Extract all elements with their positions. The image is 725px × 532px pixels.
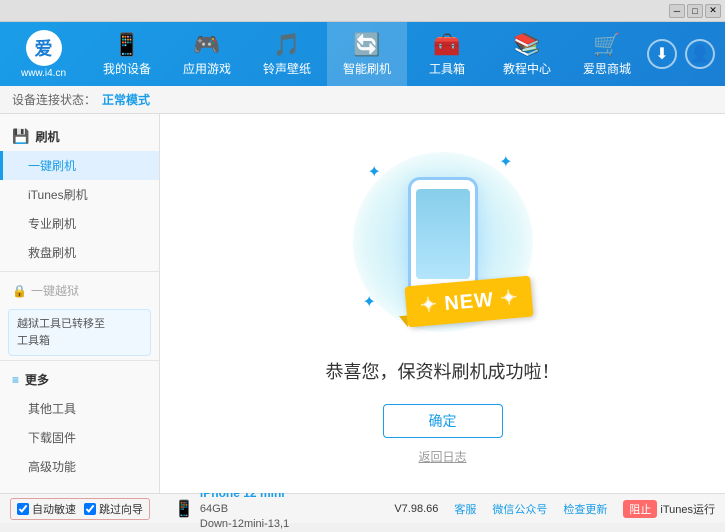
titlebar: ─ □ ✕ bbox=[0, 0, 725, 22]
more-section-label: 更多 bbox=[25, 371, 49, 388]
sparkle-icon-3: ✦ bbox=[363, 292, 376, 312]
sidebar-divider-1 bbox=[0, 271, 159, 272]
sidebar-item-advanced[interactable]: 高级功能 bbox=[0, 452, 159, 481]
nav-my-device-label: 我的设备 bbox=[103, 60, 151, 77]
nav-tutorials[interactable]: 📚 教程中心 bbox=[487, 22, 567, 86]
version-label: V7.98.66 bbox=[394, 503, 438, 515]
status-bar: 设备连接状态： 正常模式 bbox=[0, 86, 725, 114]
tutorials-icon: 📚 bbox=[513, 32, 540, 58]
more-icon: ≡ bbox=[12, 373, 19, 387]
auto-start-input[interactable] bbox=[17, 503, 29, 515]
flash-section-label: 刷机 bbox=[35, 128, 59, 145]
bottom-bar: 自动敏速 跳过向导 📱 iPhone 12 mini 64GB Down-12m… bbox=[0, 493, 725, 523]
main-layout: 💾 刷机 一键刷机 iTunes刷机 专业刷机 救盘刷机 🔒 一键越狱 越狱工具… bbox=[0, 114, 725, 493]
toolbox-icon: 🧰 bbox=[433, 32, 460, 58]
maximize-button[interactable]: □ bbox=[687, 4, 703, 18]
device-storage: 64GB bbox=[200, 502, 289, 517]
logo-icon: 爱 bbox=[26, 30, 62, 66]
nav-smart-flash-label: 智能刷机 bbox=[343, 60, 391, 77]
device-icon: 📱 bbox=[174, 499, 194, 519]
back-link[interactable]: 返回日志 bbox=[418, 448, 466, 465]
my-device-icon: 📱 bbox=[113, 32, 140, 58]
new-star-right: ✦ bbox=[500, 287, 520, 310]
guided-label: 跳过向导 bbox=[99, 501, 143, 517]
wechat-link[interactable]: 微信公众号 bbox=[492, 501, 547, 517]
sidebar-note: 越狱工具已转移至工具箱 bbox=[8, 309, 151, 356]
sidebar-item-save-flash[interactable]: 救盘刷机 bbox=[0, 238, 159, 267]
sidebar-item-pro-flash[interactable]: 专业刷机 bbox=[0, 209, 159, 238]
sparkle-icon-1: ✦ bbox=[368, 162, 381, 182]
nav-ringtones[interactable]: 🎵 铃声壁纸 bbox=[247, 22, 327, 86]
minimize-button[interactable]: ─ bbox=[669, 4, 685, 18]
sidebar-item-other-tools[interactable]: 其他工具 bbox=[0, 394, 159, 423]
new-star-left: ✦ bbox=[419, 294, 439, 317]
content-area: ✦ ✦ ✦ ✦ NEW ✦ 恭喜您，保资料刷机成功啦！ 确定 返回日志 bbox=[160, 114, 725, 493]
nav-ringtones-label: 铃声壁纸 bbox=[263, 60, 311, 77]
nav-items: 📱 我的设备 🎮 应用游戏 🎵 铃声壁纸 🔄 智能刷机 🧰 工具箱 📚 教程中心… bbox=[87, 22, 647, 86]
download-button[interactable]: ⬇ bbox=[647, 39, 677, 69]
sparkle-icon-2: ✦ bbox=[499, 152, 512, 172]
apps-games-icon: 🎮 bbox=[193, 32, 220, 58]
nav-apps-games-label: 应用游戏 bbox=[183, 60, 231, 77]
user-button[interactable]: 👤 bbox=[685, 39, 715, 69]
auto-start-checkbox[interactable]: 自动敏速 bbox=[17, 501, 76, 517]
disabled-label: 一键越狱 bbox=[31, 282, 79, 299]
device-model: Down-12mini-13,1 bbox=[200, 517, 289, 532]
flash-section-header: 💾 刷机 bbox=[0, 122, 159, 151]
nav-store-label: 爱思商城 bbox=[583, 60, 631, 77]
sidebar-item-download-fw[interactable]: 下载固件 bbox=[0, 423, 159, 452]
nav-my-device[interactable]: 📱 我的设备 bbox=[87, 22, 167, 86]
phone-illustration: ✦ ✦ ✦ ✦ NEW ✦ bbox=[343, 142, 543, 342]
sidebar-divider-2 bbox=[0, 360, 159, 361]
nav-smart-flash[interactable]: 🔄 智能刷机 bbox=[327, 22, 407, 86]
flash-section-icon: 💾 bbox=[12, 128, 29, 145]
check-update-link[interactable]: 检查更新 bbox=[563, 501, 607, 517]
store-icon: 🛒 bbox=[593, 32, 620, 58]
itunes-status: 阻止 iTunes运行 bbox=[623, 500, 715, 518]
customer-service-link[interactable]: 客服 bbox=[454, 501, 476, 517]
status-value: 正常模式 bbox=[102, 91, 150, 108]
stop-itunes-button[interactable]: 阻止 bbox=[623, 500, 657, 518]
nav-toolbox[interactable]: 🧰 工具箱 bbox=[407, 22, 487, 86]
sidebar-item-itunes-flash[interactable]: iTunes刷机 bbox=[0, 180, 159, 209]
bottom-right: V7.98.66 客服 微信公众号 检查更新 阻止 iTunes运行 bbox=[394, 500, 715, 518]
nav-right: ⬇ 👤 bbox=[647, 39, 725, 69]
bottom-left: 自动敏速 跳过向导 bbox=[10, 498, 170, 520]
logo-url: www.i4.cn bbox=[21, 68, 66, 79]
itunes-run-label: iTunes运行 bbox=[660, 501, 715, 517]
header: 爱 www.i4.cn 📱 我的设备 🎮 应用游戏 🎵 铃声壁纸 🔄 智能刷机 … bbox=[0, 22, 725, 86]
more-section-header: ≡ 更多 bbox=[0, 365, 159, 394]
phone-screen bbox=[416, 189, 470, 279]
smart-flash-icon: 🔄 bbox=[353, 32, 380, 58]
guided-input[interactable] bbox=[84, 503, 96, 515]
new-text: NEW bbox=[444, 289, 495, 315]
ringtones-icon: 🎵 bbox=[273, 32, 300, 58]
logo[interactable]: 爱 www.i4.cn bbox=[0, 30, 87, 79]
nav-tutorials-label: 教程中心 bbox=[503, 60, 551, 77]
lock-icon: 🔒 bbox=[12, 284, 27, 298]
sidebar-disabled-jailbreak: 🔒 一键越狱 bbox=[0, 276, 159, 305]
close-button[interactable]: ✕ bbox=[705, 4, 721, 18]
success-message: 恭喜您，保资料刷机成功啦！ bbox=[326, 358, 560, 384]
sidebar-item-onekey-flash[interactable]: 一键刷机 bbox=[0, 151, 159, 180]
checkbox-group: 自动敏速 跳过向导 bbox=[10, 498, 150, 520]
nav-store[interactable]: 🛒 爱思商城 bbox=[567, 22, 647, 86]
sidebar: 💾 刷机 一键刷机 iTunes刷机 专业刷机 救盘刷机 🔒 一键越狱 越狱工具… bbox=[0, 114, 160, 493]
nav-toolbox-label: 工具箱 bbox=[429, 60, 465, 77]
nav-apps-games[interactable]: 🎮 应用游戏 bbox=[167, 22, 247, 86]
auto-start-label: 自动敏速 bbox=[32, 501, 76, 517]
guided-checkbox[interactable]: 跳过向导 bbox=[84, 501, 143, 517]
confirm-button[interactable]: 确定 bbox=[383, 404, 503, 438]
status-label: 设备连接状态： bbox=[12, 91, 96, 108]
